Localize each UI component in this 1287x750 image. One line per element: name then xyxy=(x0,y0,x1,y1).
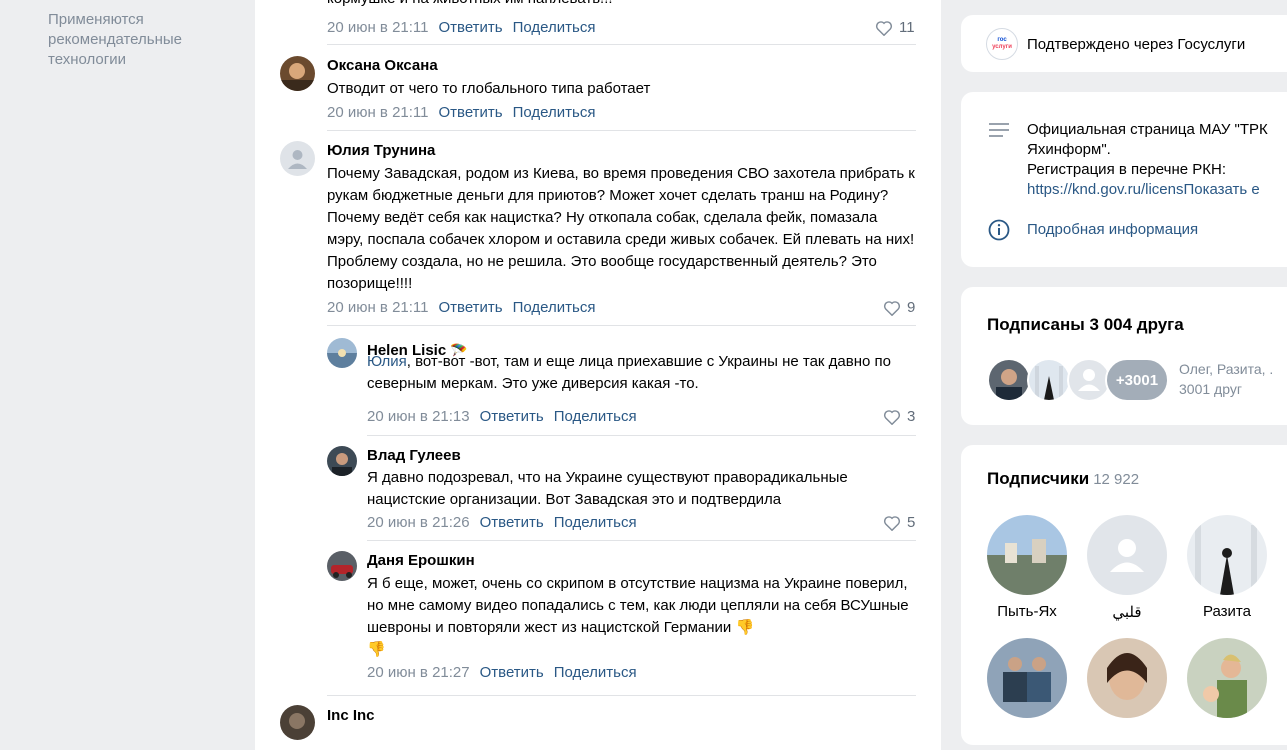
friends-count: 3001 друг xyxy=(1179,381,1242,397)
avatar[interactable] xyxy=(280,141,315,176)
reply-date[interactable]: 20 июн в 21:27 xyxy=(367,664,470,681)
divider xyxy=(327,130,916,131)
divider xyxy=(327,325,916,326)
info-line: Официальная страница МАУ "ТРК xyxy=(1027,121,1268,138)
share-link[interactable]: Поделиться xyxy=(554,408,637,425)
follower-avatar[interactable] xyxy=(987,515,1067,595)
recommendation-note: Применяются рекомендательные технологии xyxy=(48,11,182,68)
avatar[interactable] xyxy=(327,446,357,476)
friends-title[interactable]: Подписаны 3 004 друга xyxy=(987,315,1184,335)
details-link[interactable]: Подробная информация xyxy=(1027,220,1198,240)
reply-link[interactable]: Ответить xyxy=(439,19,503,36)
info-line: Регистрация в перечне РКН: xyxy=(1027,161,1226,178)
reply-link[interactable]: Ответить xyxy=(480,664,544,681)
share-link[interactable]: Поделиться xyxy=(513,104,596,121)
description-icon xyxy=(989,123,1009,137)
followers-count: 12 922 xyxy=(1093,471,1140,488)
reply-text: Юлия, вот-вот -вот, там и еще лица приех… xyxy=(367,353,891,392)
heart-icon xyxy=(883,410,901,425)
comment-author[interactable]: Юлия Трунина xyxy=(327,142,435,160)
share-link[interactable]: Поделиться xyxy=(554,514,637,531)
reply-author[interactable]: Даня Ерошкин xyxy=(367,552,475,570)
comments-feed: кормушке и на животных им наплевать!!! 2… xyxy=(255,0,941,750)
thumbs-down-emoji: 👎 xyxy=(367,641,386,658)
comment-text: кормушке и на животных им наплевать!!! xyxy=(327,0,917,10)
like-count: 9 xyxy=(907,299,916,316)
share-link[interactable]: Поделиться xyxy=(513,299,596,316)
heart-icon xyxy=(883,516,901,531)
reply-link[interactable]: Ответить xyxy=(439,104,503,121)
comment-author[interactable]: Оксана Оксана xyxy=(327,57,438,75)
follower-name[interactable]: قلبي xyxy=(1079,603,1175,621)
rkn-link[interactable]: https://knd.gov.ru/licensПоказать е xyxy=(1027,180,1260,200)
like-button[interactable]: 5 xyxy=(883,514,915,532)
friends-names: Олег, Разита, . xyxy=(1179,361,1274,377)
share-link[interactable]: Поделиться xyxy=(554,664,637,681)
like-count: 3 xyxy=(907,408,916,425)
mention-link[interactable]: Юлия xyxy=(367,353,407,370)
reply-meta: 20 июн в 21:27 Ответить Поделиться xyxy=(367,664,637,682)
info-card: Официальная страница МАУ "ТРК Яхинформ".… xyxy=(961,92,1287,267)
friends-card: Подписаны 3 004 друга +3001 Олег, Разита… xyxy=(961,287,1287,425)
avatar[interactable] xyxy=(280,56,315,91)
info-icon xyxy=(988,219,1010,241)
like-count: 11 xyxy=(899,19,915,36)
like-button[interactable]: 3 xyxy=(883,408,915,426)
reply-link[interactable]: Ответить xyxy=(439,299,503,316)
reply-meta: 20 июн в 21:26 Ответить Поделиться xyxy=(367,514,637,532)
more-friends-button[interactable]: +3001 xyxy=(1105,358,1169,402)
follower-avatar[interactable] xyxy=(1087,515,1167,595)
comment-meta: 20 июн в 21:11 Ответить Поделиться xyxy=(327,19,595,37)
follower-avatar[interactable] xyxy=(1187,515,1267,595)
follower-name[interactable]: Разита xyxy=(1179,603,1275,620)
divider xyxy=(367,435,916,436)
share-link[interactable]: Поделиться xyxy=(513,19,596,36)
reply-text: Я б еще, может, очень со скрипом в отсут… xyxy=(367,575,909,658)
avatar[interactable] xyxy=(327,551,357,581)
info-line: Яхинформ". xyxy=(1027,141,1111,158)
comment-date[interactable]: 20 июн в 21:11 xyxy=(327,299,429,316)
comment-author[interactable]: Inc Inc xyxy=(327,707,375,725)
followers-card: Подписчики 12 922 Пыть-Ях قلبي Разита xyxy=(961,445,1287,745)
reply-link[interactable]: Ответить xyxy=(480,514,544,531)
divider xyxy=(367,540,916,541)
comment-date[interactable]: 20 июн в 21:11 xyxy=(327,19,429,36)
friend-avatar[interactable] xyxy=(987,358,1031,402)
followers-title[interactable]: Подписчики 12 922 xyxy=(987,469,1139,489)
reply-author[interactable]: Влад Гулеев xyxy=(367,447,461,465)
like-button[interactable]: 11 xyxy=(875,19,915,37)
comment-text: Отводит от чего то глобального типа рабо… xyxy=(327,80,651,97)
thumbs-down-emoji: 👎 xyxy=(735,619,755,636)
like-count: 5 xyxy=(907,514,916,531)
heart-icon xyxy=(875,21,893,36)
reply-date[interactable]: 20 июн в 21:26 xyxy=(367,514,470,531)
gosuslugi-card[interactable]: гос услуги Подтверждено через Госуслуги xyxy=(961,15,1287,72)
follower-avatar[interactable] xyxy=(987,638,1067,718)
reply-date[interactable]: 20 июн в 21:13 xyxy=(367,408,470,425)
reply-text: Я давно подозревал, что на Украине сущес… xyxy=(367,469,848,508)
comment-meta: 20 июн в 21:11 Ответить Поделиться xyxy=(327,104,595,122)
comment-date[interactable]: 20 июн в 21:11 xyxy=(327,104,429,121)
comment-text: Почему Завадская, родом из Киева, во вре… xyxy=(327,165,915,292)
reply-meta: 20 июн в 21:13 Ответить Поделиться xyxy=(367,408,637,426)
comment-meta: 20 июн в 21:11 Ответить Поделиться xyxy=(327,299,595,317)
follower-name[interactable]: Пыть-Ях xyxy=(979,603,1075,620)
divider xyxy=(327,44,916,45)
like-button[interactable]: 9 xyxy=(883,299,915,317)
reply-link[interactable]: Ответить xyxy=(480,408,544,425)
heart-icon xyxy=(883,301,901,316)
follower-avatar[interactable] xyxy=(1087,638,1167,718)
follower-avatar[interactable] xyxy=(1187,638,1267,718)
avatar[interactable] xyxy=(327,338,357,368)
gosuslugi-text: Подтверждено через Госуслуги xyxy=(1027,36,1246,53)
friend-avatar[interactable] xyxy=(1027,358,1071,402)
gosuslugi-icon: гос услуги xyxy=(986,28,1018,60)
divider xyxy=(327,695,916,696)
